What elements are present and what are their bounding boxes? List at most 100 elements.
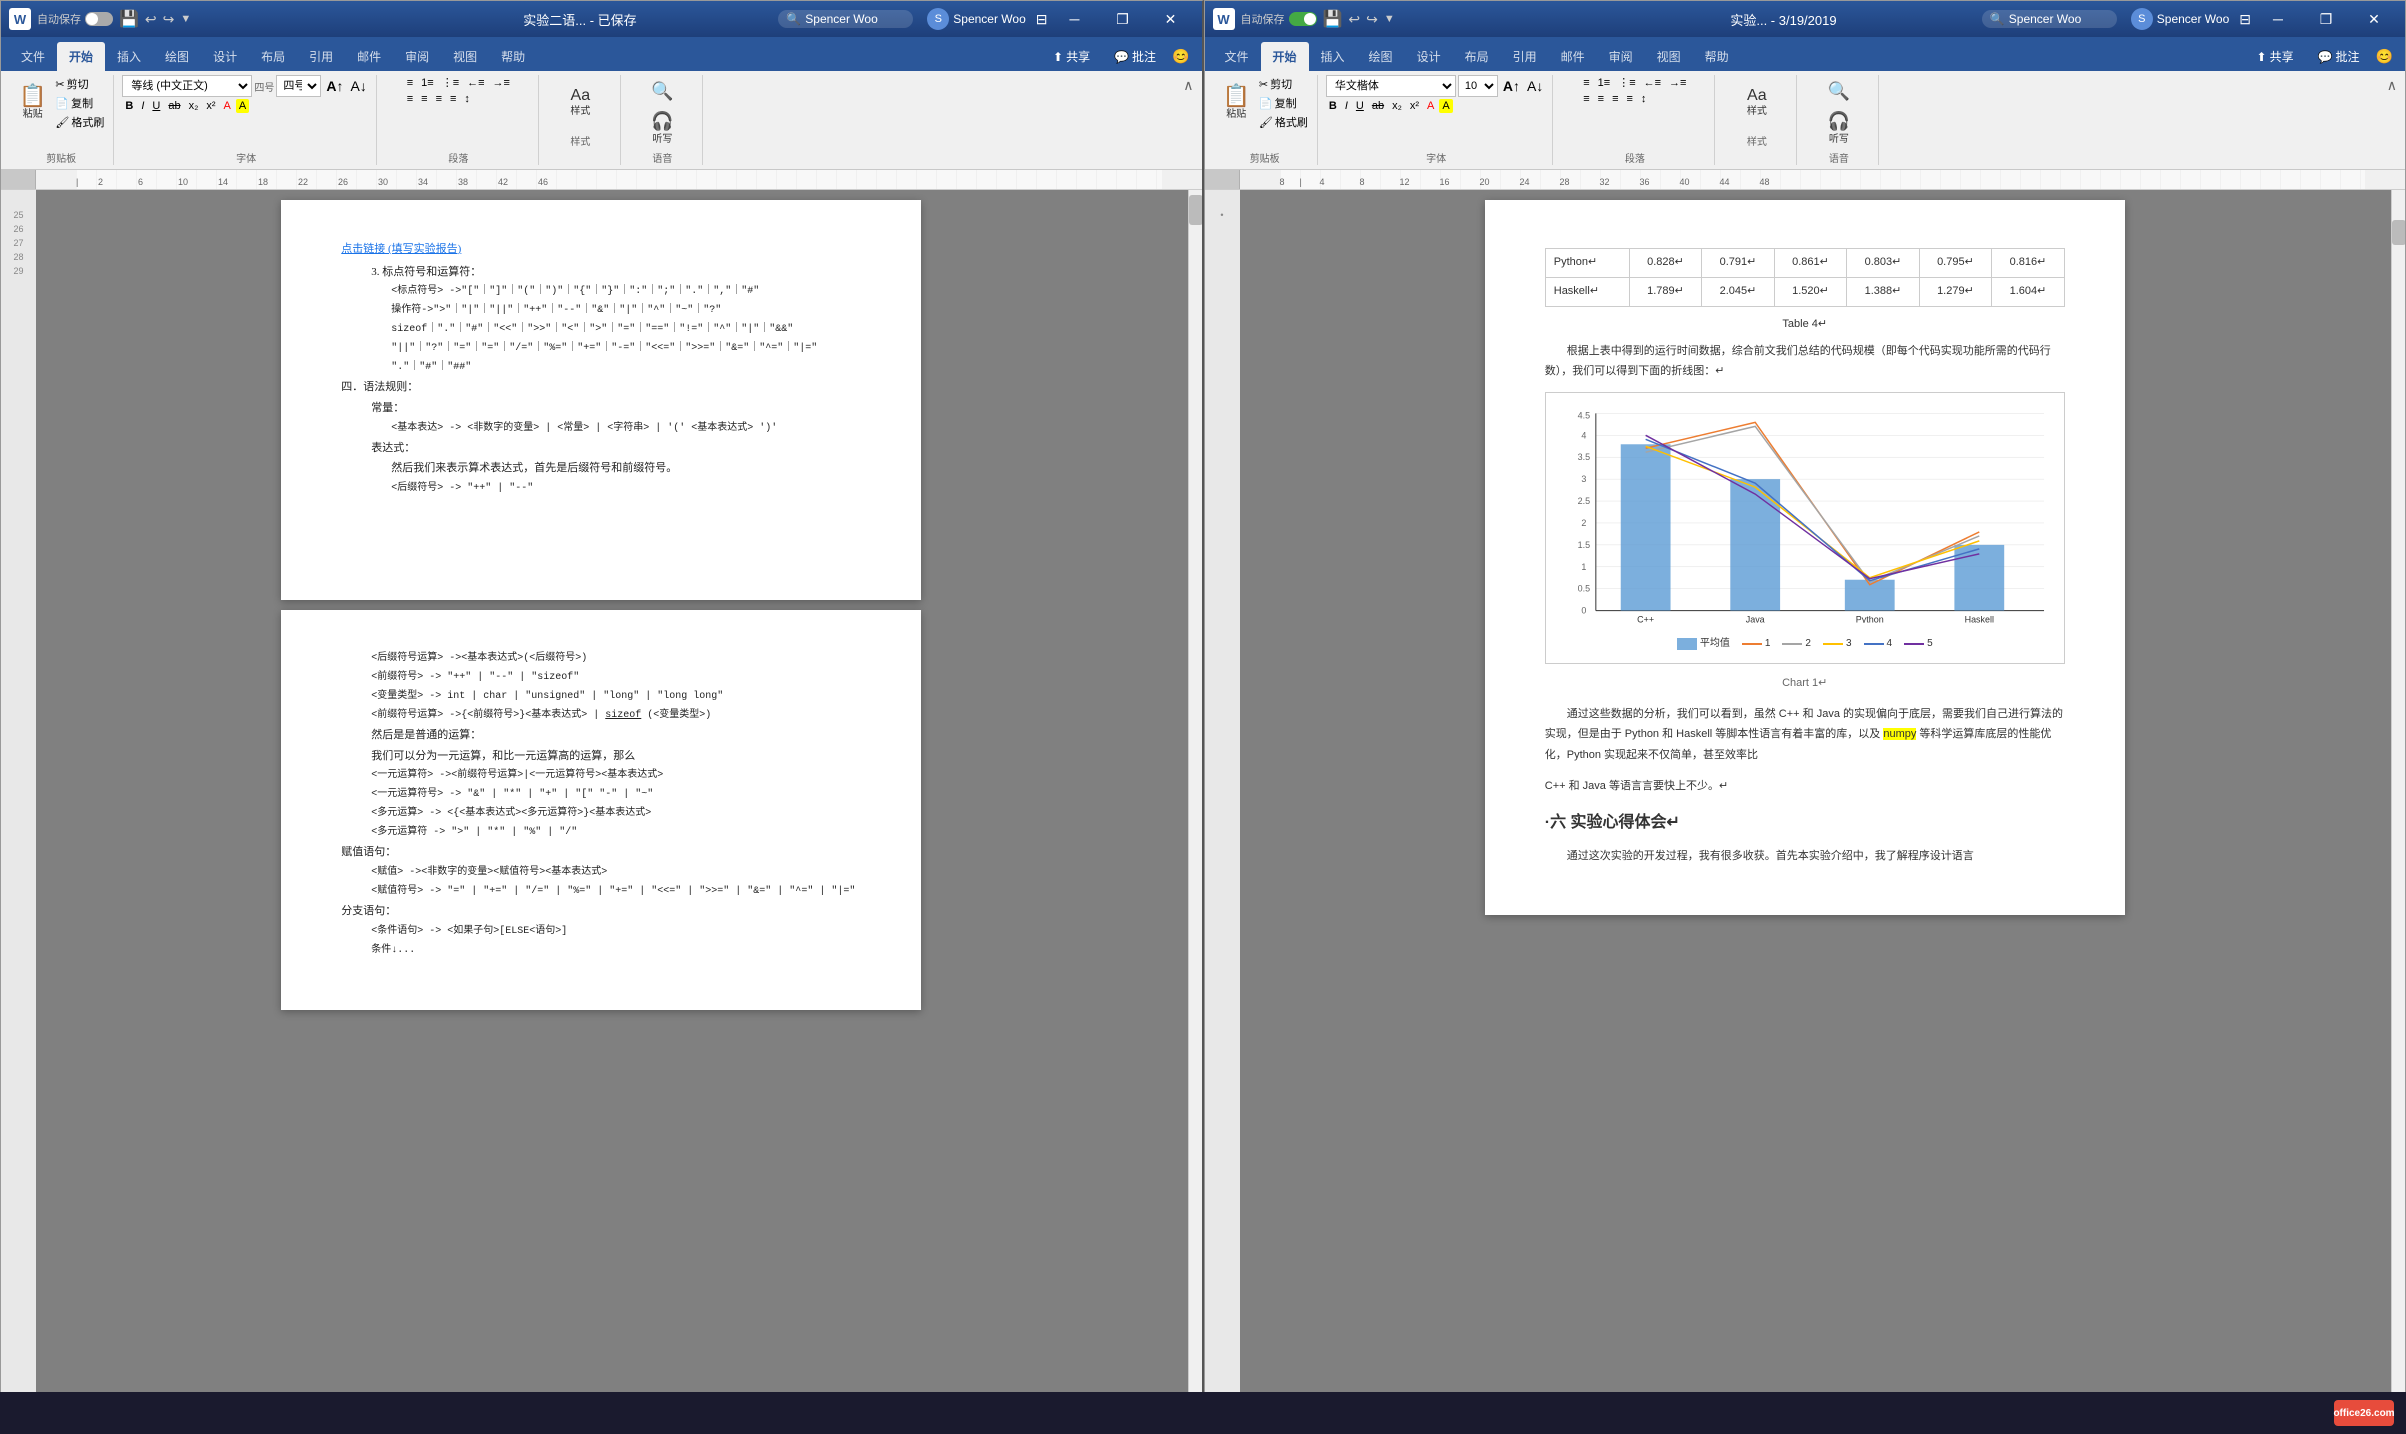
right-italic-btn[interactable]: I bbox=[1342, 99, 1351, 113]
right-font-family-select[interactable]: 华文楷体 bbox=[1326, 75, 1456, 97]
right-search-bar[interactable]: 🔍 bbox=[1982, 10, 2117, 28]
right-bold-btn[interactable]: B bbox=[1326, 99, 1340, 113]
left-highlight-btn[interactable]: A bbox=[236, 99, 249, 113]
right-minimize-btn[interactable]: ─ bbox=[2255, 4, 2301, 34]
left-font-family-select[interactable]: 等线 (中文正文) bbox=[122, 75, 252, 97]
left-tab-help[interactable]: 帮助 bbox=[489, 42, 537, 71]
left-indent-increase-btn[interactable]: →≡ bbox=[490, 76, 513, 90]
left-ribbon-collapse[interactable]: ⊟ bbox=[1032, 11, 1052, 28]
right-restore-btn[interactable]: ❐ bbox=[2303, 4, 2349, 34]
left-italic-btn[interactable]: I bbox=[138, 99, 147, 113]
right-tab-home[interactable]: 开始 bbox=[1261, 42, 1309, 71]
right-font-grow-btn[interactable]: A↑ bbox=[1500, 77, 1523, 95]
right-styles-btn[interactable]: Aa 样式 bbox=[1741, 75, 1773, 131]
left-font-color-btn[interactable]: A bbox=[221, 99, 234, 113]
left-cut-btn[interactable]: ✂剪切 bbox=[52, 75, 107, 93]
left-tab-references[interactable]: 引用 bbox=[297, 42, 345, 71]
left-customize-btn[interactable]: ▼ bbox=[180, 13, 191, 25]
right-ribbon-options[interactable]: 😊 bbox=[2372, 42, 2397, 71]
right-tab-design[interactable]: 设计 bbox=[1405, 42, 1453, 71]
left-align-center-btn[interactable]: ≡ bbox=[418, 92, 430, 106]
left-document-area[interactable]: 25 26 27 28 29 点击链接 (填写实验报告) 3. 标点符号和运算符… bbox=[1, 190, 1202, 1409]
left-numbering-btn[interactable]: 1≡ bbox=[418, 76, 437, 90]
left-font-grow-btn[interactable]: A↑ bbox=[323, 77, 346, 95]
right-indent-increase-btn[interactable]: →≡ bbox=[1666, 76, 1689, 90]
right-listen-btn[interactable]: 🎧 听写 bbox=[1823, 109, 1855, 148]
right-highlight-btn[interactable]: A bbox=[1439, 99, 1452, 113]
left-font-size-select[interactable]: 四号 bbox=[276, 75, 321, 97]
left-tab-layout[interactable]: 布局 bbox=[249, 42, 297, 71]
left-font-shrink-btn[interactable]: A↓ bbox=[348, 77, 370, 95]
left-bold-btn[interactable]: B bbox=[122, 99, 136, 113]
right-customize-btn[interactable]: ▼ bbox=[1384, 13, 1395, 25]
right-superscript-btn[interactable]: x² bbox=[1407, 99, 1422, 113]
right-search-input[interactable] bbox=[2009, 12, 2109, 26]
left-subscript-btn[interactable]: x₂ bbox=[186, 99, 202, 113]
right-copy-btn[interactable]: 📄复制 bbox=[1256, 94, 1311, 112]
left-line-spacing-btn[interactable]: ↕ bbox=[461, 92, 473, 106]
left-user-info[interactable]: S Spencer Woo bbox=[921, 6, 1032, 32]
left-justify-btn[interactable]: ≡ bbox=[447, 92, 459, 106]
right-underline-btn[interactable]: U bbox=[1353, 99, 1367, 113]
left-copy-btn[interactable]: 📄复制 bbox=[52, 94, 107, 112]
left-restore-btn[interactable]: ❐ bbox=[1100, 4, 1146, 34]
left-align-right-btn[interactable]: ≡ bbox=[433, 92, 445, 106]
right-tab-draw[interactable]: 绘图 bbox=[1357, 42, 1405, 71]
left-tab-review[interactable]: 审阅 bbox=[393, 42, 441, 71]
right-tab-mailings[interactable]: 邮件 bbox=[1549, 42, 1597, 71]
right-tab-references[interactable]: 引用 bbox=[1501, 42, 1549, 71]
right-comments-btn[interactable]: 💬批注 bbox=[2306, 42, 2372, 71]
left-tab-file[interactable]: 文件 bbox=[9, 42, 57, 71]
left-multilevel-btn[interactable]: ⋮≡ bbox=[439, 75, 462, 90]
left-format-painter-btn[interactable]: 🖌格式刷 bbox=[52, 113, 107, 131]
left-autosave-toggle[interactable] bbox=[85, 12, 113, 26]
left-close-btn[interactable]: ✕ bbox=[1148, 4, 1194, 34]
right-justify-btn[interactable]: ≡ bbox=[1623, 92, 1635, 106]
right-numbering-btn[interactable]: 1≡ bbox=[1595, 76, 1614, 90]
left-bullets-btn[interactable]: ≡ bbox=[404, 76, 416, 90]
right-find-btn[interactable]: 🔍 bbox=[1823, 75, 1855, 107]
left-undo-btn[interactable]: ↩ bbox=[145, 11, 157, 28]
left-strikethrough-btn[interactable]: ab bbox=[165, 99, 183, 113]
right-tab-file[interactable]: 文件 bbox=[1213, 42, 1261, 71]
left-tab-design[interactable]: 设计 bbox=[201, 42, 249, 71]
left-redo-btn[interactable]: ↪ bbox=[163, 11, 175, 28]
right-scrollbar[interactable] bbox=[2391, 190, 2405, 1409]
left-tab-home[interactable]: 开始 bbox=[57, 42, 105, 71]
right-undo-btn[interactable]: ↩ bbox=[1348, 11, 1360, 28]
right-document-area[interactable]: • Python↵ 0.828↵ 0.791↵ 0.861↵ 0.803↵ 0.… bbox=[1205, 190, 2406, 1409]
left-ribbon-collapse-arrow[interactable]: ∧ bbox=[1183, 77, 1193, 94]
right-line-spacing-btn[interactable]: ↕ bbox=[1638, 92, 1650, 106]
right-share-btn[interactable]: ⬆共享 bbox=[2245, 42, 2306, 71]
left-find-btn[interactable]: 🔍 bbox=[646, 75, 678, 107]
left-search-input[interactable] bbox=[805, 12, 905, 26]
right-align-center-btn[interactable]: ≡ bbox=[1595, 92, 1607, 106]
right-tab-help[interactable]: 帮助 bbox=[1693, 42, 1741, 71]
left-align-left-btn[interactable]: ≡ bbox=[404, 92, 416, 106]
right-redo-btn[interactable]: ↪ bbox=[1366, 11, 1378, 28]
left-paste-btn[interactable]: 📋 粘贴 bbox=[15, 75, 50, 131]
right-strikethrough-btn[interactable]: ab bbox=[1369, 99, 1387, 113]
left-tab-mailings[interactable]: 邮件 bbox=[345, 42, 393, 71]
right-format-painter-btn[interactable]: 🖌格式刷 bbox=[1256, 113, 1311, 131]
left-superscript-btn[interactable]: x² bbox=[203, 99, 218, 113]
left-minimize-btn[interactable]: ─ bbox=[1052, 4, 1098, 34]
right-bullets-btn[interactable]: ≡ bbox=[1580, 76, 1592, 90]
right-cut-btn[interactable]: ✂剪切 bbox=[1256, 75, 1311, 93]
left-tab-view[interactable]: 视图 bbox=[441, 42, 489, 71]
right-tab-layout[interactable]: 布局 bbox=[1453, 42, 1501, 71]
right-align-left-btn[interactable]: ≡ bbox=[1580, 92, 1592, 106]
right-indent-decrease-btn[interactable]: ←≡ bbox=[1641, 76, 1664, 90]
left-save-btn[interactable]: 💾 bbox=[119, 9, 139, 29]
right-font-shrink-btn[interactable]: A↓ bbox=[1524, 77, 1546, 95]
right-tab-insert[interactable]: 插入 bbox=[1309, 42, 1357, 71]
left-listen-btn[interactable]: 🎧 听写 bbox=[646, 109, 678, 148]
right-align-right-btn[interactable]: ≡ bbox=[1609, 92, 1621, 106]
right-tab-view[interactable]: 视图 bbox=[1645, 42, 1693, 71]
left-underline-btn[interactable]: U bbox=[149, 99, 163, 113]
left-share-btn[interactable]: ⬆共享 bbox=[1041, 42, 1102, 71]
right-ribbon-collapse[interactable]: ⊟ bbox=[2235, 11, 2255, 28]
right-font-size-select[interactable]: 10 bbox=[1458, 75, 1498, 97]
left-indent-decrease-btn[interactable]: ←≡ bbox=[464, 76, 487, 90]
left-comments-btn[interactable]: 💬批注 bbox=[1102, 42, 1168, 71]
